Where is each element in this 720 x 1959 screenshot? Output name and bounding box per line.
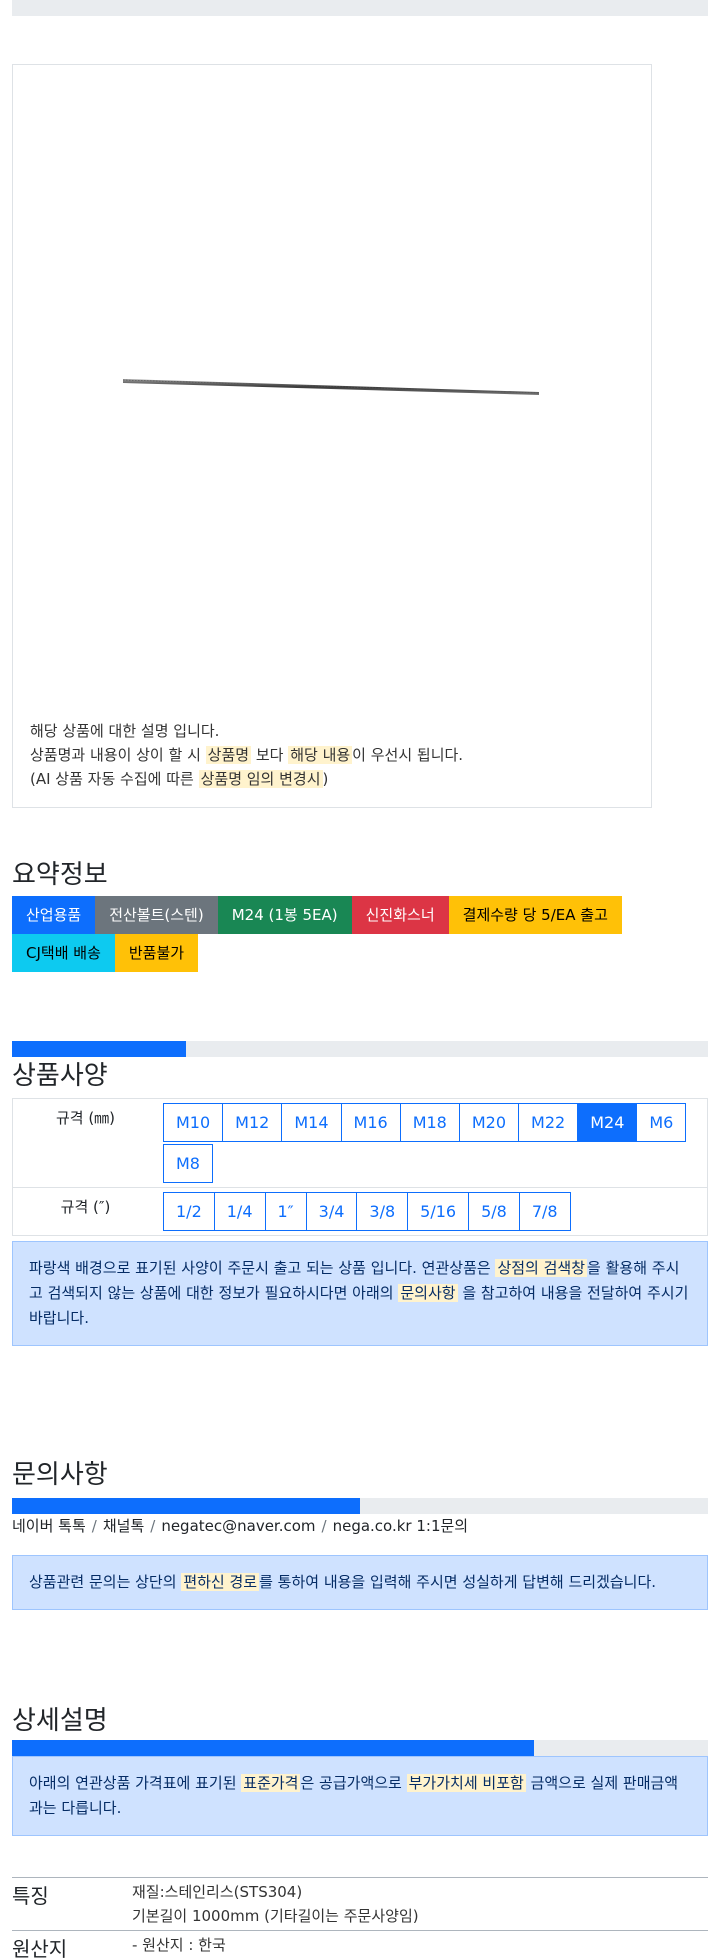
spec-label-inch: 규격 (″) xyxy=(12,1187,158,1236)
inquiry-progress-fill xyxy=(12,1498,360,1514)
option-button[interactable]: M6 xyxy=(636,1103,687,1142)
caption-text: 보다 xyxy=(251,746,289,764)
features-label: 특징 xyxy=(12,1877,132,1931)
spec-title: 상품사양 xyxy=(12,1061,108,1091)
separator: / xyxy=(91,1517,97,1535)
badge-shipping: CJ택배 배송 xyxy=(12,934,115,972)
option-button[interactable]: M24 xyxy=(577,1103,638,1142)
link-site-inquiry[interactable]: nega.co.kr 1:1문의 xyxy=(333,1517,469,1535)
caption-text: 상품명과 내용이 상이 할 시 xyxy=(30,746,206,764)
separator: / xyxy=(150,1517,156,1535)
notice-text: 를 통하여 내용을 입력해 주시면 성실하게 답변해 드리겠습니다. xyxy=(259,1573,657,1591)
highlight-standard-price: 표준가격 xyxy=(241,1774,301,1792)
spec-row-inch: 규격 (″) 1/2 1/4 1″ 3/4 3/8 5/16 5/8 7/8 xyxy=(12,1187,708,1236)
badge-maker: 신진화스너 xyxy=(351,896,449,934)
option-button[interactable]: M10 xyxy=(163,1103,224,1142)
notice-text: 은 공급가액으로 xyxy=(300,1774,407,1792)
highlight-route: 편하신 경로 xyxy=(181,1573,260,1591)
highlight-product-name: 상품명 xyxy=(205,746,252,764)
option-button[interactable]: 3/8 xyxy=(356,1192,409,1231)
caption-line-1: 해당 상품에 대한 설명 입니다. xyxy=(30,722,220,740)
summary-badges: 산업용품 전산볼트(스텐) M24 (1봉 5EA) 신진화스너 결제수량 당 … xyxy=(12,896,672,972)
caption-text: 이 우선시 됩니다. xyxy=(352,746,464,764)
option-button[interactable]: 1″ xyxy=(264,1192,307,1231)
highlight-search: 상점의 검색창 xyxy=(495,1259,588,1277)
image-caption: 해당 상품에 대한 설명 입니다. 상품명과 내용이 상이 할 시 상품명 보다… xyxy=(30,719,463,791)
detail-row-features: 특징 재질:스테인리스(STS304) 기본길이 1000mm (기타길이는 주… xyxy=(12,1877,708,1931)
product-image-card: 해당 상품에 대한 설명 입니다. 상품명과 내용이 상이 할 시 상품명 보다… xyxy=(12,64,652,808)
option-button[interactable]: M12 xyxy=(222,1103,283,1142)
option-button[interactable]: M18 xyxy=(399,1103,460,1142)
highlight-inquiry: 문의사항 xyxy=(398,1284,458,1302)
summary-title: 요약정보 xyxy=(12,860,108,890)
spec-row-mm: 규격 (㎜) M10 M12 M14 M16 M18 M20 M22 M24 M6 M8 xyxy=(12,1098,708,1188)
caption-text: ) xyxy=(322,770,329,788)
detail-table: 특징 재질:스테인리스(STS304) 기본길이 1000mm (기타길이는 주… xyxy=(12,1877,708,1959)
feature-material: 재질:스테인리스(STS304) xyxy=(132,1883,303,1901)
inquiry-progress xyxy=(12,1498,708,1514)
option-button[interactable]: 1/4 xyxy=(213,1192,266,1231)
spec-options-mm: M10 M12 M14 M16 M18 M20 M22 M24 M6 M8 xyxy=(158,1098,708,1188)
badge-size: M24 (1봉 5EA) xyxy=(217,896,352,934)
option-button[interactable]: M20 xyxy=(458,1103,520,1142)
highlight-rename: 상품명 임의 변경시 xyxy=(198,770,323,788)
product-image xyxy=(122,379,540,395)
detail-progress xyxy=(12,1740,708,1756)
spec-notice: 파랑색 배경으로 표기된 사양이 주문시 출고 되는 상품 입니다. 연관상품은… xyxy=(12,1241,708,1346)
separator: / xyxy=(321,1517,327,1535)
features-value: 재질:스테인리스(STS304) 기본길이 1000mm (기타길이는 주문사양… xyxy=(132,1877,708,1931)
spec-table: 규격 (㎜) M10 M12 M14 M16 M18 M20 M22 M24 M6 M8 규격 (… xyxy=(12,1098,708,1236)
option-button[interactable]: M8 xyxy=(163,1144,213,1183)
detail-title: 상세설명 xyxy=(12,1706,108,1736)
feature-length: 기본길이 1000mm (기타길이는 주문사양임) xyxy=(132,1907,419,1925)
option-button[interactable]: M14 xyxy=(281,1103,342,1142)
spec-options-inch: 1/2 1/4 1″ 3/4 3/8 5/16 5/8 7/8 xyxy=(158,1187,708,1236)
option-button[interactable]: 5/8 xyxy=(468,1192,520,1231)
badge-subcategory: 전산볼트(스텐) xyxy=(95,896,218,934)
highlight-vat: 부가가치세 비포함 xyxy=(406,1774,526,1792)
caption-line-2: 상품명과 내용이 상이 할 시 상품명 보다 해당 내용 이 우선시 됩니다. xyxy=(30,743,463,767)
notice-text: 상품관련 문의는 상단의 xyxy=(29,1573,182,1591)
badge-quantity: 결제수량 당 5/EA 출고 xyxy=(448,896,622,934)
option-button[interactable]: 3/4 xyxy=(305,1192,358,1231)
link-naver-talk[interactable]: 네이버 톡톡 xyxy=(12,1517,86,1535)
option-group-mm: M10 M12 M14 M16 M18 M20 M22 M24 M6 M8 xyxy=(163,1103,703,1183)
spec-progress xyxy=(12,1041,708,1057)
option-button[interactable]: 5/16 xyxy=(407,1192,470,1231)
contact-links: 네이버 톡톡 / 채널톡 / negatec@naver.com / nega.co.kr … xyxy=(12,1515,468,1536)
link-channel-talk[interactable]: 채널톡 xyxy=(103,1517,144,1535)
notice-text: 파랑색 배경으로 표기된 사양이 주문시 출고 되는 상품 입니다. 연관상품은 xyxy=(29,1259,496,1277)
spec-label-mm: 규격 (㎜) xyxy=(12,1098,158,1188)
inquiry-notice: 상품관련 문의는 상단의 편하신 경로 를 통하여 내용을 입력해 주시면 성실하… xyxy=(12,1555,708,1610)
option-group-inch: 1/2 1/4 1″ 3/4 3/8 5/16 5/8 7/8 xyxy=(163,1192,703,1231)
caption-line-3: (AI 상품 자동 수집에 따른 상품명 임의 변경시) xyxy=(30,767,463,791)
detail-notice: 아래의 연관상품 가격표에 표기된 표준가격 은 공급가액으로 부가가치세 비포함… xyxy=(12,1756,708,1836)
badge-category: 산업용품 xyxy=(12,896,96,934)
link-email[interactable]: negatec@naver.com xyxy=(161,1517,315,1535)
badge-no-return: 반품불가 xyxy=(114,934,199,972)
detail-row-origin: 원산지 - 원산지 : 한국 xyxy=(12,1930,708,1959)
option-button[interactable]: 7/8 xyxy=(518,1192,571,1231)
detail-progress-fill xyxy=(12,1740,534,1756)
notice-text: 아래의 연관상품 가격표에 표기된 xyxy=(29,1774,242,1792)
option-button[interactable]: M16 xyxy=(340,1103,401,1142)
highlight-content: 해당 내용 xyxy=(288,746,353,764)
inquiry-title: 문의사항 xyxy=(12,1460,108,1490)
caption-text: (AI 상품 자동 수집에 따른 xyxy=(30,770,199,788)
origin-value: - 원산지 : 한국 xyxy=(132,1930,708,1959)
option-button[interactable]: 1/2 xyxy=(163,1192,215,1231)
origin-label: 원산지 xyxy=(12,1930,132,1959)
option-button[interactable]: M22 xyxy=(518,1103,579,1142)
top-progress-bar xyxy=(12,0,708,16)
